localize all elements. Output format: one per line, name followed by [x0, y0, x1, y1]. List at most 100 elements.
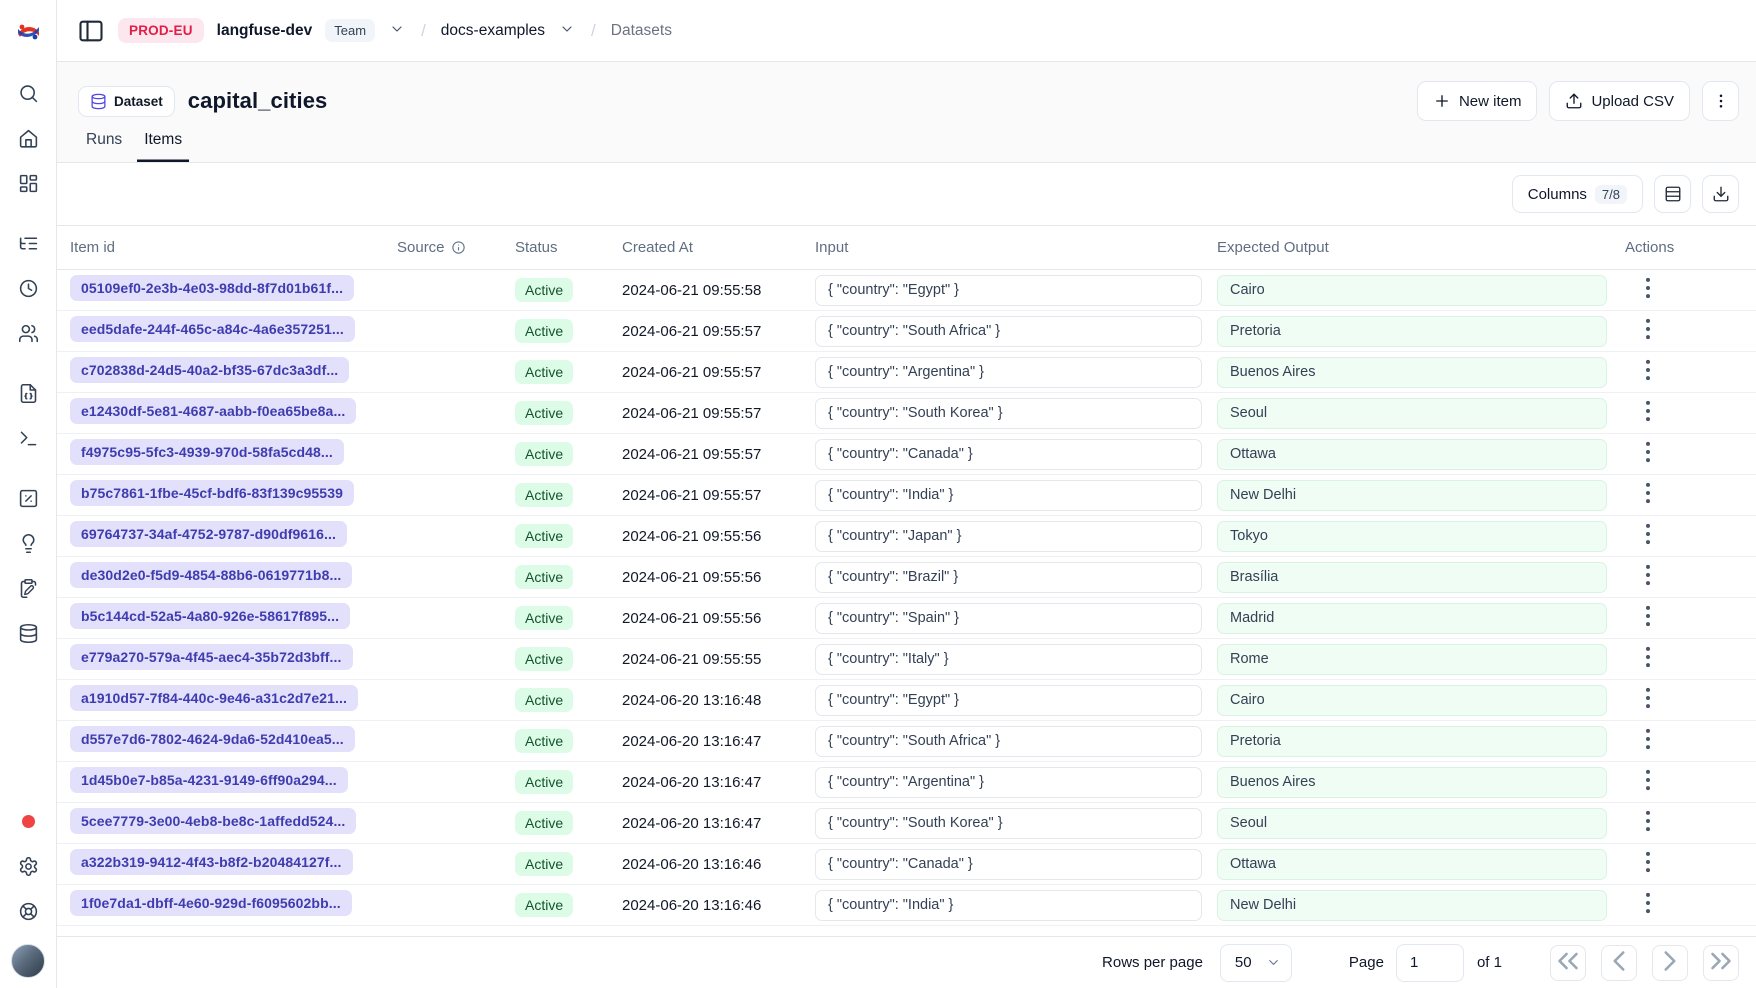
- input-cell[interactable]: { "country": "South Korea" }: [815, 398, 1202, 429]
- project-name[interactable]: docs-examples: [441, 22, 545, 40]
- expected-output-cell[interactable]: Ottawa: [1217, 439, 1607, 470]
- input-cell[interactable]: { "country": "South Africa" }: [815, 726, 1202, 757]
- item-id-badge[interactable]: b75c7861-1fbe-45cf-bdf6-83f139c95539: [70, 480, 354, 506]
- row-actions-button[interactable]: [1634, 356, 1662, 384]
- row-actions-button[interactable]: [1634, 643, 1662, 671]
- row-actions-button[interactable]: [1634, 479, 1662, 507]
- sidebar-item-list-tree[interactable]: [6, 221, 51, 266]
- row-actions-button[interactable]: [1634, 397, 1662, 425]
- item-id-badge[interactable]: c702838d-24d5-40a2-bf35-67dc3a3df...: [70, 357, 349, 383]
- row-actions-button[interactable]: [1634, 561, 1662, 589]
- sidebar-item-terminal[interactable]: [6, 416, 51, 461]
- column-header-status[interactable]: Status: [515, 239, 622, 256]
- input-cell[interactable]: { "country": "Brazil" }: [815, 562, 1202, 593]
- row-actions-button[interactable]: [1634, 274, 1662, 302]
- expected-output-cell[interactable]: Buenos Aires: [1217, 357, 1607, 388]
- expected-output-cell[interactable]: Pretoria: [1217, 726, 1607, 757]
- row-actions-button[interactable]: [1634, 725, 1662, 753]
- input-cell[interactable]: { "country": "Spain" }: [815, 603, 1202, 634]
- expected-output-cell[interactable]: New Delhi: [1217, 890, 1607, 921]
- sidebar-toggle-button[interactable]: [77, 17, 105, 45]
- input-cell[interactable]: { "country": "India" }: [815, 890, 1202, 921]
- item-id-badge[interactable]: 5cee7779-3e00-4eb8-be8c-1affedd524...: [70, 808, 356, 834]
- column-header-created-at[interactable]: Created At: [622, 239, 815, 256]
- item-id-badge[interactable]: f4975c95-5fc3-4939-970d-58fa5cd48...: [70, 439, 344, 465]
- new-item-button[interactable]: New item: [1417, 81, 1538, 121]
- column-header-item-id[interactable]: Item id: [70, 239, 397, 256]
- sidebar-item-file-json[interactable]: [6, 371, 51, 416]
- expected-output-cell[interactable]: Madrid: [1217, 603, 1607, 634]
- input-cell[interactable]: { "country": "Canada" }: [815, 849, 1202, 880]
- sidebar-item-dashboard[interactable]: [6, 161, 51, 206]
- sidebar-item-home[interactable]: [6, 116, 51, 161]
- expected-output-cell[interactable]: Cairo: [1217, 685, 1607, 716]
- expected-output-cell[interactable]: Ottawa: [1217, 849, 1607, 880]
- more-actions-button[interactable]: [1702, 81, 1739, 121]
- input-cell[interactable]: { "country": "Argentina" }: [815, 767, 1202, 798]
- breadcrumb-section[interactable]: Datasets: [611, 22, 672, 40]
- row-actions-button[interactable]: [1634, 438, 1662, 466]
- export-button[interactable]: [1702, 175, 1739, 213]
- user-avatar[interactable]: [11, 944, 45, 978]
- item-id-badge[interactable]: d557e7d6-7802-4624-9da6-52d410ea5...: [70, 726, 355, 752]
- item-id-badge[interactable]: a1910d57-7f84-440c-9e46-a31c2d7e21...: [70, 685, 358, 711]
- expected-output-cell[interactable]: Rome: [1217, 644, 1607, 675]
- next-page-button[interactable]: [1652, 945, 1688, 981]
- input-cell[interactable]: { "country": "Canada" }: [815, 439, 1202, 470]
- last-page-button[interactable]: [1703, 945, 1739, 981]
- langfuse-logo[interactable]: [0, 0, 56, 62]
- organization-name[interactable]: langfuse-dev: [217, 22, 313, 40]
- item-id-badge[interactable]: 1d45b0e7-b85a-4231-9149-6ff90a294...: [70, 767, 348, 793]
- row-actions-button[interactable]: [1634, 315, 1662, 343]
- item-id-badge[interactable]: b5c144cd-52a5-4a80-926e-58617f895...: [70, 603, 350, 629]
- expected-output-cell[interactable]: New Delhi: [1217, 480, 1607, 511]
- prev-page-button[interactable]: [1601, 945, 1637, 981]
- sidebar-item-users[interactable]: [6, 311, 51, 356]
- sidebar-item-clipboard-pen[interactable]: [6, 566, 51, 611]
- item-id-badge[interactable]: e779a270-579a-4f45-aec4-35b72d3bff...: [70, 644, 353, 670]
- input-cell[interactable]: { "country": "Italy" }: [815, 644, 1202, 675]
- expected-output-cell[interactable]: Cairo: [1217, 275, 1607, 306]
- item-id-badge[interactable]: de30d2e0-f5d9-4854-88b6-0619771b8...: [70, 562, 352, 588]
- item-id-badge[interactable]: 69764737-34af-4752-9787-d90df9616...: [70, 521, 347, 547]
- sidebar-item-search[interactable]: [6, 71, 51, 116]
- row-actions-button[interactable]: [1634, 520, 1662, 548]
- item-id-badge[interactable]: eed5dafe-244f-465c-a84c-4a6e357251...: [70, 316, 355, 342]
- sidebar-item-square-percent[interactable]: [6, 476, 51, 521]
- expected-output-cell[interactable]: Seoul: [1217, 808, 1607, 839]
- row-actions-button[interactable]: [1634, 848, 1662, 876]
- org-switcher-button[interactable]: [388, 17, 406, 45]
- item-id-badge[interactable]: e12430df-5e81-4687-aabb-f0ea65be8a...: [70, 398, 356, 424]
- sidebar-item-clock[interactable]: [6, 266, 51, 311]
- sidebar-item-settings[interactable]: [6, 844, 51, 889]
- project-switcher-button[interactable]: [558, 17, 576, 45]
- input-cell[interactable]: { "country": "Japan" }: [815, 521, 1202, 552]
- sidebar-item-lightbulb[interactable]: [6, 521, 51, 566]
- info-icon[interactable]: [451, 240, 466, 255]
- row-actions-button[interactable]: [1634, 889, 1662, 917]
- rows-per-page-select[interactable]: 50: [1220, 944, 1292, 982]
- record-indicator-icon[interactable]: [22, 815, 35, 828]
- page-number-input[interactable]: [1396, 944, 1464, 982]
- column-header-source[interactable]: Source: [397, 239, 515, 256]
- first-page-button[interactable]: [1550, 945, 1586, 981]
- column-header-expected-output[interactable]: Expected Output: [1217, 239, 1625, 256]
- tab-items[interactable]: Items: [137, 131, 189, 162]
- item-id-badge[interactable]: 05109ef0-2e3b-4e03-98dd-8f7d01b61f...: [70, 275, 354, 301]
- expected-output-cell[interactable]: Brasília: [1217, 562, 1607, 593]
- input-cell[interactable]: { "country": "Egypt" }: [815, 685, 1202, 716]
- item-id-badge[interactable]: a322b319-9412-4f43-b8f2-b20484127f...: [70, 849, 353, 875]
- input-cell[interactable]: { "country": "South Korea" }: [815, 808, 1202, 839]
- input-cell[interactable]: { "country": "Argentina" }: [815, 357, 1202, 388]
- item-id-badge[interactable]: 1f0e7da1-dbff-4e60-929d-f6095602bb...: [70, 890, 352, 916]
- expected-output-cell[interactable]: Pretoria: [1217, 316, 1607, 347]
- expected-output-cell[interactable]: Buenos Aires: [1217, 767, 1607, 798]
- row-height-button[interactable]: [1654, 175, 1691, 213]
- input-cell[interactable]: { "country": "South Africa" }: [815, 316, 1202, 347]
- input-cell[interactable]: { "country": "Egypt" }: [815, 275, 1202, 306]
- sidebar-item-database[interactable]: [6, 611, 51, 656]
- row-actions-button[interactable]: [1634, 766, 1662, 794]
- row-actions-button[interactable]: [1634, 684, 1662, 712]
- upload-csv-button[interactable]: Upload CSV: [1549, 81, 1690, 121]
- expected-output-cell[interactable]: Seoul: [1217, 398, 1607, 429]
